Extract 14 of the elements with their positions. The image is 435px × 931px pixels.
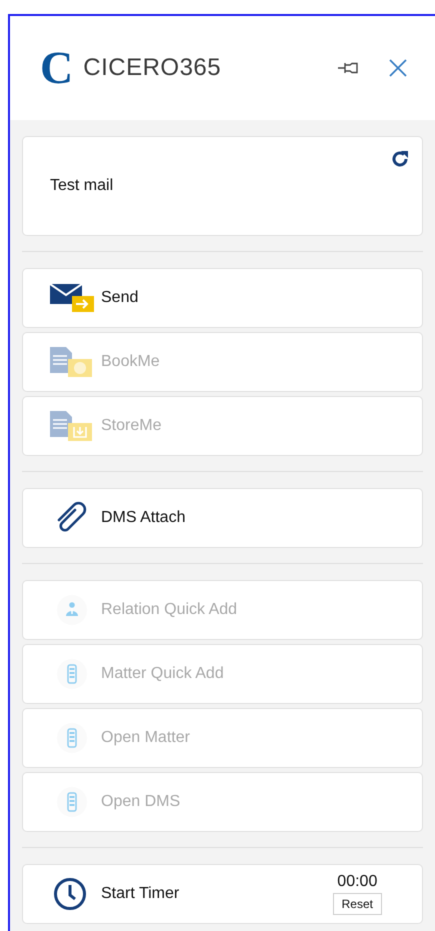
reset-button[interactable]: Reset xyxy=(332,893,382,915)
document-icon xyxy=(50,347,94,377)
action-button[interactable]: Send xyxy=(22,268,423,328)
close-button[interactable] xyxy=(387,57,409,79)
timer-display: 00:00 xyxy=(337,873,378,891)
document-icon xyxy=(50,411,94,441)
start-timer-button[interactable]: Start Timer xyxy=(101,885,319,903)
refresh-button[interactable] xyxy=(390,149,410,169)
clock-icon xyxy=(53,877,87,911)
action-button[interactable]: DMS Attach xyxy=(22,488,423,548)
envelope-icon xyxy=(50,284,94,312)
app-title: CICERO365 xyxy=(83,54,222,82)
logo: C xyxy=(40,45,74,91)
mail-subject: Test mail xyxy=(50,177,114,195)
